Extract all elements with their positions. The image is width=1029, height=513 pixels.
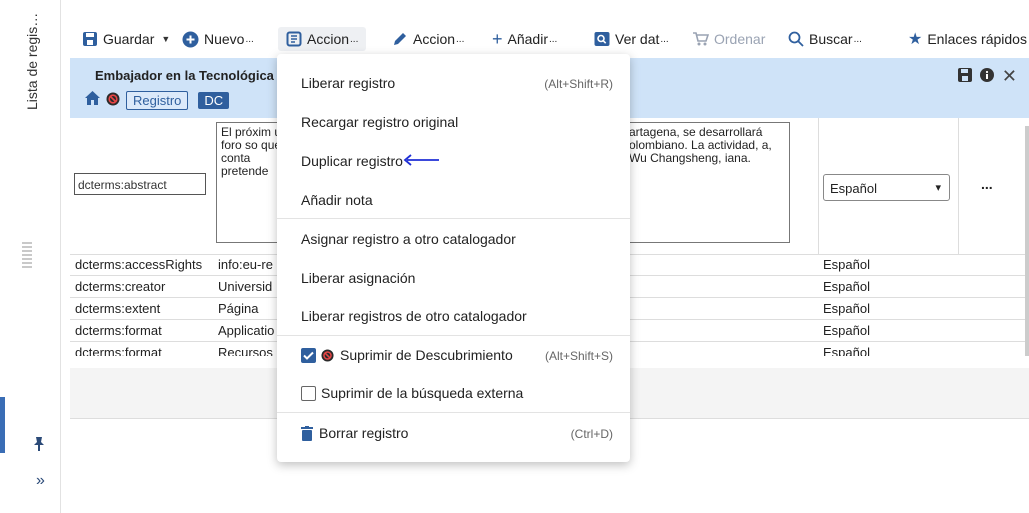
menu-item-borrar-registro[interactable]: Borrar registro xyxy=(301,425,408,441)
menu-item-anadir-nota[interactable]: Añadir nota xyxy=(301,192,373,208)
guardar-button[interactable]: Guardar ▼ xyxy=(82,27,170,51)
menu-item-liberar-asignacion[interactable]: Liberar asignación xyxy=(301,270,415,286)
expand-double-chevron-icon[interactable]: » xyxy=(36,472,45,490)
accion-label-2: Accion xyxy=(413,31,456,47)
records-list-title[interactable]: Lista de regis… xyxy=(24,13,40,110)
ordenar-button[interactable]: Ordenar xyxy=(692,27,765,51)
buscar-label: Buscar xyxy=(809,31,853,47)
registro-chip[interactable]: Registro xyxy=(126,91,189,110)
menu-item-asignar[interactable]: Asignar registro a otro catalogador xyxy=(301,231,516,247)
checkbox-unchecked[interactable] xyxy=(301,385,316,401)
column-divider xyxy=(818,118,819,254)
chevron-down-icon: ▾ xyxy=(935,182,941,194)
chevron-down-icon: ▼ xyxy=(161,34,171,44)
shortcut-suprimir: (Alt+Shift+S) xyxy=(544,349,613,363)
dc-chip[interactable]: DC xyxy=(198,92,230,109)
menu-item-liberar-otro[interactable]: Liberar registros de otro catalogador xyxy=(301,308,527,324)
checkbox-checked[interactable] xyxy=(301,347,316,363)
suppressed-icon xyxy=(106,92,120,109)
column-divider xyxy=(958,118,959,254)
nuevo-button[interactable]: Nuevo... xyxy=(182,27,254,51)
menu-item-suprimir-externa[interactable]: Suprimir de la búsqueda externa xyxy=(301,385,523,401)
active-indicator xyxy=(0,397,5,453)
header-actions: ✕ xyxy=(957,66,1017,87)
anadir-button[interactable]: + Añadir... xyxy=(492,27,557,51)
anadir-label: Añadir xyxy=(507,31,548,47)
star-icon: ★ xyxy=(908,31,923,48)
record-header-icons: Registro DC xyxy=(85,91,230,110)
toolbar: Guardar ▼ Nuevo... Accion... Accion... +… xyxy=(70,22,1029,56)
ver-datos-button[interactable]: Ver dat... xyxy=(594,27,669,51)
record-actions-icon xyxy=(286,31,302,47)
accion-edit-menu-button[interactable]: Accion... xyxy=(392,27,464,51)
menu-item-suprimir-descubrimiento[interactable]: Suprimir de Descubrimiento xyxy=(301,347,513,363)
save-icon xyxy=(82,31,98,47)
drag-handle-icon[interactable] xyxy=(22,240,32,268)
ver-datos-label: Ver dat xyxy=(615,31,660,47)
close-icon[interactable]: ✕ xyxy=(1002,66,1017,87)
enlaces-rapidos-label: Enlaces rápidos xyxy=(927,31,1027,47)
search-box-icon xyxy=(594,31,610,47)
trash-icon xyxy=(301,425,313,441)
plus-icon: + xyxy=(492,28,503,49)
home-icon[interactable] xyxy=(85,91,100,110)
annotation-arrow-icon xyxy=(403,154,439,166)
vertical-scrollbar[interactable] xyxy=(1025,126,1029,356)
menu-item-duplicar[interactable]: Duplicar registro xyxy=(301,153,403,169)
nuevo-label: Nuevo xyxy=(204,31,245,47)
field-tag-input[interactable]: dcterms:abstract xyxy=(74,173,206,195)
more-options-button[interactable]: ... xyxy=(981,176,993,192)
accion-label-1: Accion xyxy=(307,31,350,47)
cart-icon xyxy=(692,31,709,47)
buscar-button[interactable]: Buscar... xyxy=(788,27,862,51)
enlaces-rapidos-button[interactable]: ★ Enlaces rápidos xyxy=(908,27,1027,51)
shortcut-borrar: (Ctrl+D) xyxy=(570,427,613,441)
suppressed-icon xyxy=(321,348,334,362)
save-icon[interactable] xyxy=(957,67,972,86)
pencil-icon xyxy=(392,31,408,47)
record-actions-menu: Liberar registro (Alt+Shift+R) Recargar … xyxy=(277,54,630,462)
search-icon xyxy=(788,31,804,47)
menu-divider xyxy=(277,218,630,219)
records-list-panel[interactable]: Lista de regis… » xyxy=(6,0,61,513)
menu-divider xyxy=(277,335,630,336)
accion-record-menu-button[interactable]: Accion... xyxy=(278,27,367,51)
info-icon[interactable] xyxy=(979,67,994,86)
menu-item-recargar[interactable]: Recargar registro original xyxy=(301,114,458,130)
language-select[interactable]: Español ▾ xyxy=(823,174,950,201)
guardar-label: Guardar xyxy=(103,31,155,47)
pin-icon[interactable] xyxy=(33,437,45,454)
ordenar-label: Ordenar xyxy=(714,31,766,47)
menu-divider xyxy=(277,412,630,413)
plus-circle-icon xyxy=(182,31,199,48)
shortcut-liberar: (Alt+Shift+R) xyxy=(544,77,613,91)
menu-item-liberar-registro[interactable]: Liberar registro xyxy=(301,75,395,91)
left-rail: Lista de regis… » xyxy=(0,0,70,513)
record-title: Embajador en la Tecnológica xyxy=(95,68,274,83)
